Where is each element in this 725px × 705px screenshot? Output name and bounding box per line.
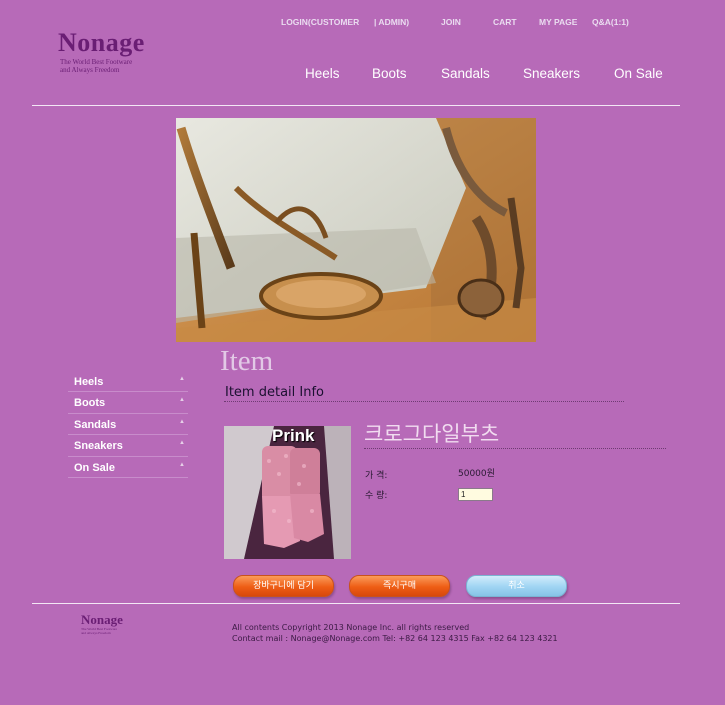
price-label: 가 격: <box>365 471 388 481</box>
footer-logo[interactable]: Nonage The World Best Footware and Alway… <box>81 612 151 636</box>
nav-boots[interactable]: Boots <box>372 66 407 81</box>
product-name-divider <box>364 448 666 449</box>
login-admin-link[interactable]: | ADMIN) <box>374 17 409 27</box>
footer-logo-tagline-2: and Always Freedom <box>81 631 111 635</box>
nav-sneakers[interactable]: Sneakers <box>523 66 580 81</box>
sidebar-item-sandals[interactable]: Sandals ▲ <box>68 414 188 436</box>
section-title: Item detail Info <box>225 385 324 400</box>
hero-banner-image <box>176 118 536 342</box>
my-page-link[interactable]: MY PAGE <box>539 17 577 27</box>
footer-divider <box>32 603 680 604</box>
product-image-caption: Prink <box>272 426 315 445</box>
footer-contact: Contact mail : Nonage@Nonage.com Tel: +8… <box>232 634 558 643</box>
sidebar-item-label: Boots <box>74 397 106 410</box>
arrow-icon: ▲ <box>179 440 185 447</box>
arrow-icon: ▲ <box>179 397 185 404</box>
sidebar-item-heels[interactable]: Heels ▲ <box>68 371 188 393</box>
nav-sandals[interactable]: Sandals <box>441 66 490 81</box>
sidebar-item-label: Sandals <box>74 418 117 431</box>
logo-tagline-1: The World Best Footware <box>60 58 133 66</box>
logo-title: Nonage <box>58 28 145 57</box>
quantity-input[interactable] <box>458 488 493 501</box>
quantity-label: 수 량: <box>365 491 388 501</box>
sidebar-item-label: Heels <box>74 376 104 388</box>
footer-logo-title: Nonage <box>81 612 123 627</box>
nav-on-sale[interactable]: On Sale <box>614 66 663 81</box>
arrow-icon: ▲ <box>179 461 185 468</box>
sidebar-item-sneakers[interactable]: Sneakers ▲ <box>68 435 188 457</box>
nav-heels[interactable]: Heels <box>305 66 340 81</box>
product-name: 크로그다일부츠 <box>364 422 500 446</box>
sidebar-item-on-sale[interactable]: On Sale ▲ <box>68 457 188 478</box>
arrow-icon: ▲ <box>179 376 185 382</box>
sidebar-menu: Heels ▲ Boots ▲ Sandals ▲ Sneakers ▲ On … <box>68 371 188 478</box>
sidebar-item-label: On Sale <box>74 461 115 474</box>
add-to-cart-button[interactable]: 장바구니에 담기 <box>233 575 334 597</box>
sidebar-item-label: Sneakers <box>74 440 123 453</box>
section-divider <box>224 401 624 402</box>
sidebar-item-boots[interactable]: Boots ▲ <box>68 392 188 414</box>
top-links: LOGIN(CUSTOMER | ADMIN) JOIN CART MY PAG… <box>0 17 725 31</box>
main-nav: Heels Boots Sandals Sneakers On Sale <box>0 66 725 86</box>
qna-link[interactable]: Q&A(1:1) <box>592 17 629 27</box>
page-title: Item <box>220 345 274 377</box>
buy-now-button[interactable]: 즉시구매 <box>349 575 450 597</box>
arrow-icon: ▲ <box>179 418 185 425</box>
join-link[interactable]: JOIN <box>441 17 461 27</box>
price-value: 50000원 <box>458 469 495 479</box>
cart-link[interactable]: CART <box>493 17 517 27</box>
heels-photo <box>176 118 536 342</box>
cancel-button[interactable]: 취소 <box>466 575 567 597</box>
header-divider <box>32 105 680 106</box>
product-image: Prink <box>224 426 351 559</box>
footer-copyright: All contents Copyright 2013 Nonage Inc. … <box>232 623 470 632</box>
login-customer-link[interactable]: LOGIN(CUSTOMER <box>281 17 359 27</box>
